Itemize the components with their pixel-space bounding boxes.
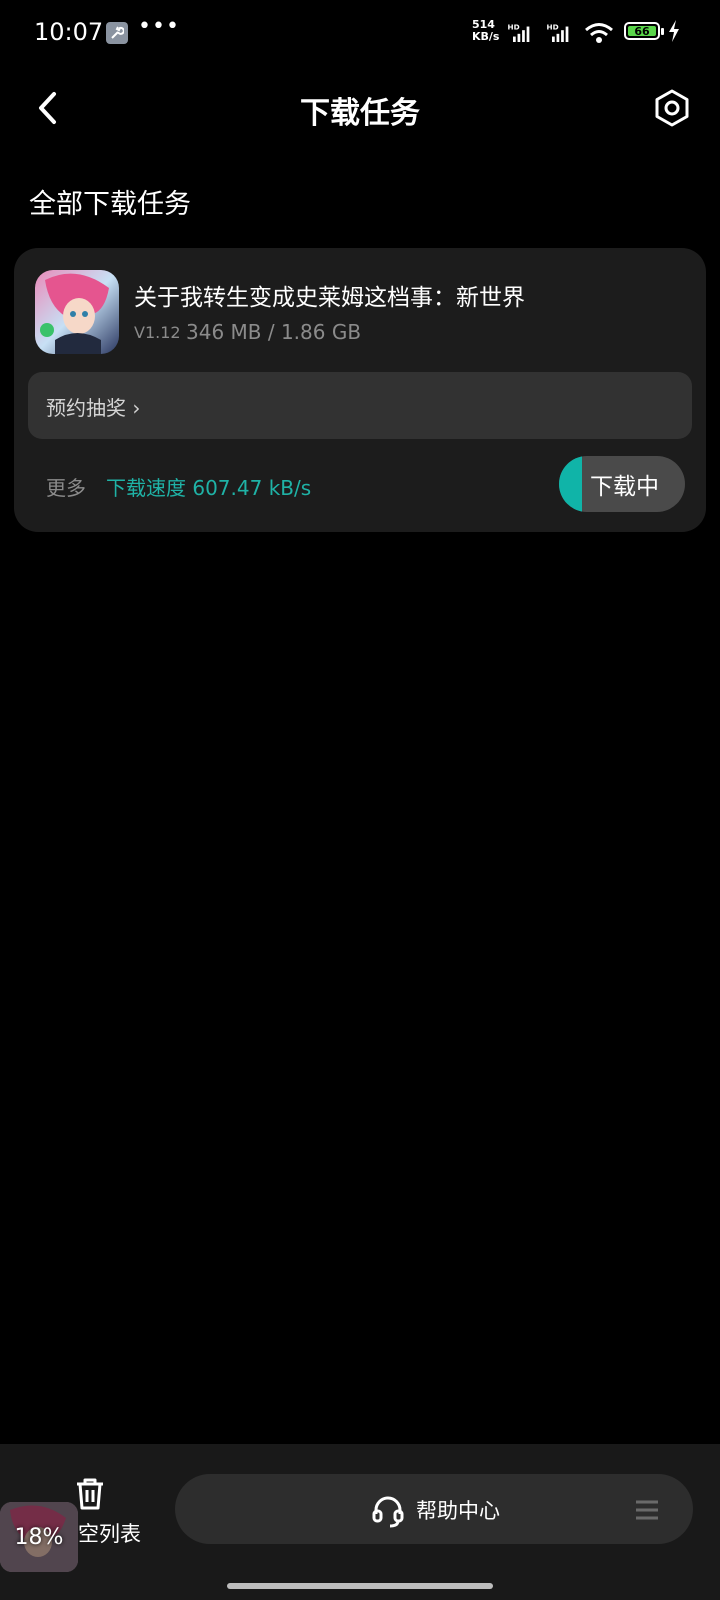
downloading-button[interactable]: 下载中 <box>559 456 685 512</box>
menu-icon[interactable] <box>635 1500 659 1520</box>
battery-icon: 66 <box>624 22 660 40</box>
home-indicator[interactable] <box>227 1583 493 1589</box>
battery-level: 66 <box>628 25 656 38</box>
more-button[interactable]: 更多 <box>46 472 86 501</box>
hd-signal-icon: HD <box>508 22 530 42</box>
wrench-icon <box>106 22 128 44</box>
section-title: 全部下载任务 <box>29 189 191 220</box>
more-dots-icon: ••• <box>138 14 180 39</box>
svg-text:HD: HD <box>508 22 520 31</box>
battery-tip <box>661 28 664 35</box>
download-size: 346 MB / 1.86 GB <box>186 320 362 344</box>
page-title: 下载任务 <box>300 96 420 131</box>
app-icon[interactable] <box>35 270 119 354</box>
help-center-label: 帮助中心 <box>416 1499 500 1523</box>
wifi-icon <box>585 23 613 43</box>
clear-list-button[interactable]: 空列表 <box>78 1518 141 1548</box>
settings-button[interactable] <box>652 88 692 128</box>
download-speed: 下载速度 607.47 kB/s <box>106 476 312 500</box>
status-time: 10:07 <box>34 18 104 46</box>
hd-signal-icon: HD <box>547 22 569 42</box>
floating-download-widget[interactable]: 18% <box>0 1502 78 1572</box>
svg-text:HD: HD <box>547 22 559 31</box>
network-speed: 514 KB/s <box>472 19 499 43</box>
network-speed-unit: KB/s <box>472 30 500 43</box>
floating-progress-percent: 18% <box>14 1524 64 1550</box>
app-version: V1.12 <box>134 323 181 342</box>
promo-label: 预约抽奖 › <box>46 396 141 420</box>
downloading-label: 下载中 <box>590 474 659 500</box>
headset-icon <box>372 1496 404 1528</box>
charging-icon <box>669 20 679 42</box>
app-name: 关于我转生变成史莱姆这档事：新世界 <box>134 285 525 311</box>
